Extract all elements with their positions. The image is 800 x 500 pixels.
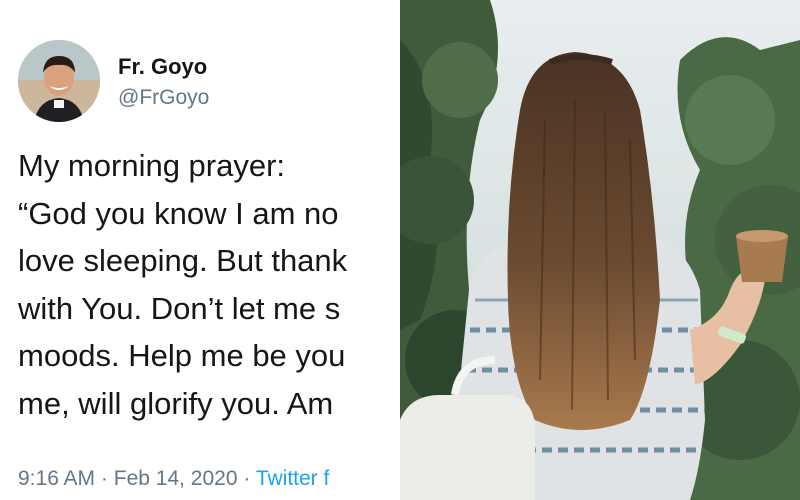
tweet-source-link[interactable]: Twitter f bbox=[256, 467, 330, 490]
tweet-time[interactable]: 9:16 AM bbox=[18, 467, 95, 490]
tweet-date[interactable]: Feb 14, 2020 bbox=[114, 467, 238, 490]
photo-panel bbox=[400, 0, 800, 500]
tweet-meta: 9:16 AM · Feb 14, 2020 · Twitter f bbox=[18, 467, 329, 491]
tweet-line: me, will glorify you. Am bbox=[18, 385, 334, 421]
woman-with-cup-photo bbox=[400, 0, 800, 500]
tweet-card: Fr. Goyo @FrGoyo My morning prayer: “God… bbox=[0, 0, 400, 500]
tweet-line: with You. Don’t let me s bbox=[18, 290, 341, 326]
tweet-line: moods. Help me be you bbox=[18, 338, 346, 373]
avatar[interactable] bbox=[18, 40, 100, 122]
tweet-text: My morning prayer: “God you know I am no… bbox=[18, 142, 400, 427]
avatar-photo bbox=[18, 40, 100, 122]
tweet-line: “God you know I am no bbox=[18, 195, 339, 231]
user-handle[interactable]: @FrGoyo bbox=[118, 86, 209, 110]
meta-separator: · bbox=[243, 467, 251, 490]
tweet-line: love sleeping. But thank bbox=[18, 243, 348, 278]
display-name[interactable]: Fr. Goyo bbox=[118, 54, 207, 80]
meta-separator: · bbox=[100, 467, 108, 490]
tweet-line: My morning prayer: bbox=[18, 148, 286, 183]
